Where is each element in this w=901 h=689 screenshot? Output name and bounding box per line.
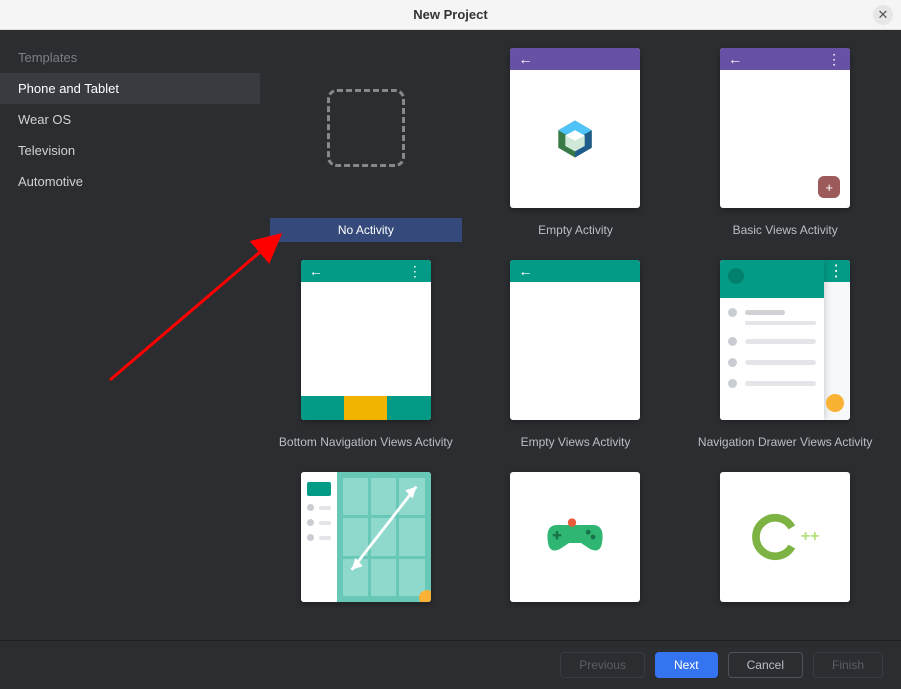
sidebar-item-label: Phone and Tablet [18,81,119,96]
thumb-appbar: ← ⋮ [301,260,431,282]
template-thumb: ← ⋮ [301,260,431,420]
template-grid: No Activity ← Empty Activity [260,48,891,602]
template-thumb: ⋮ [720,260,850,420]
fab-icon [419,590,431,602]
template-thumb: ← [510,48,640,208]
template-label: Bottom Navigation Views Activity [270,430,462,454]
template-grid-container: No Activity ← Empty Activity [260,30,901,640]
template-label: No Activity [270,218,462,242]
fab-icon [826,394,844,412]
thumb-appbar: ⋮ [824,260,850,282]
close-icon: ✕ [878,7,889,23]
back-arrow-icon: ← [728,51,742,67]
cancel-button[interactable]: Cancel [728,652,803,678]
template-thumb [510,472,640,602]
sidebar-header: Templates [0,40,260,73]
template-thumb [301,48,431,208]
sidebar-item-automotive[interactable]: Automotive [0,166,260,197]
template-thumb: ← ⋮ + [720,48,850,208]
close-button[interactable]: ✕ [873,5,893,25]
template-card-native-cpp[interactable]: ++ [689,472,881,602]
game-controller-icon [545,517,605,557]
back-arrow-icon: ← [309,263,323,279]
overflow-menu-icon: ⋮ [408,263,423,280]
template-label: Empty Activity [480,218,672,242]
next-button[interactable]: Next [655,652,718,678]
template-card-empty-views[interactable]: ← Empty Views Activity [480,260,672,454]
overflow-menu-icon: ⋮ [828,261,844,281]
template-card-no-activity[interactable]: No Activity [270,48,462,242]
template-label: Basic Views Activity [689,218,881,242]
sidebar-item-wear-os[interactable]: Wear OS [0,104,260,135]
template-card-nav-drawer[interactable]: ⋮ N [689,260,881,454]
template-thumb: ← [510,260,640,420]
sidebar: Templates Phone and Tablet Wear OS Telev… [0,30,260,640]
template-label: Empty Views Activity [480,430,672,454]
template-card-game-activity[interactable] [480,472,672,602]
avatar-icon [728,268,744,284]
template-label: Navigation Drawer Views Activity [689,430,881,454]
footer-button-bar: Previous Next Cancel Finish [0,640,901,689]
template-card-responsive-views[interactable] [270,472,462,602]
sidebar-item-label: Automotive [18,174,83,189]
back-arrow-icon: ← [518,51,532,67]
window-title: New Project [413,7,487,22]
titlebar: New Project ✕ [0,0,901,30]
sidebar-item-television[interactable]: Television [0,135,260,166]
sidebar-item-label: Wear OS [18,112,71,127]
back-arrow-icon: ← [518,263,532,279]
template-thumb: ++ [720,472,850,602]
thumb-appbar: ← [510,48,640,70]
fab-add-icon: + [818,176,840,198]
thumb-appbar: ← ⋮ [720,48,850,70]
finish-button: Finish [813,652,883,678]
overflow-menu-icon: ⋮ [827,51,842,68]
main-area: Templates Phone and Tablet Wear OS Telev… [0,30,901,640]
template-thumb [301,472,431,602]
thumb-appbar: ← [510,260,640,282]
dashed-placeholder-icon [327,89,405,167]
sidebar-item-label: Television [18,143,75,158]
drawer-panel [720,260,824,420]
sidebar-item-phone-tablet[interactable]: Phone and Tablet [0,73,260,104]
bottom-nav-bar [301,396,431,420]
previous-button: Previous [560,652,645,678]
template-card-basic-views[interactable]: ← ⋮ + Basic Views Activity [689,48,881,242]
template-card-empty-activity[interactable]: ← Empty Activity [480,48,672,242]
cpp-icon: ++ [751,513,820,561]
jetpack-compose-icon [553,117,597,161]
template-card-bottom-nav[interactable]: ← ⋮ Bottom Navigation Views Activity [270,260,462,454]
